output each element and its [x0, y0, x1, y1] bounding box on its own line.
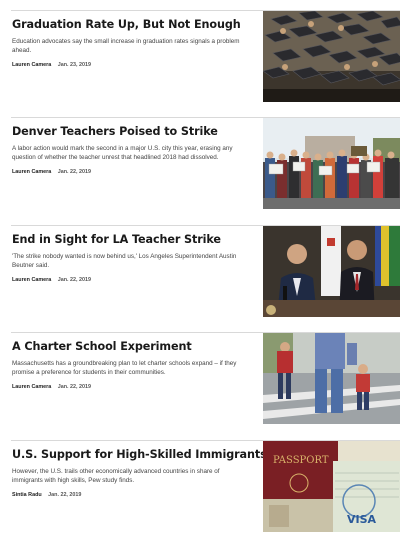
article-text: Denver Teachers Poised to Strike A labor…	[12, 125, 252, 176]
article-author[interactable]: Lauren Camera	[12, 169, 51, 175]
article-feed: Graduation Rate Up, But Not Enough Educa…	[0, 0, 414, 546]
graduation-caps-image	[263, 11, 400, 102]
article-text: Graduation Rate Up, But Not Enough Educa…	[12, 18, 252, 69]
article-headline[interactable]: U.S. Support for High-Skilled Immigrants	[12, 448, 267, 462]
article-author[interactable]: Sintia Radu	[12, 492, 42, 498]
article-byline: Lauren Camera Jan. 22, 2019	[12, 383, 252, 391]
crosswalk-image	[263, 333, 400, 424]
visa-label: VISA	[347, 513, 377, 526]
article-summary: A labor action would mark the second in …	[12, 145, 233, 161]
article-summary: Massachusetts has a groundbreaking plan …	[12, 360, 237, 376]
article-author[interactable]: Lauren Camera	[12, 277, 51, 283]
press-conference-photo[interactable]	[263, 226, 400, 317]
press-conference-image	[263, 226, 400, 317]
article-card: A Charter School Experiment Massachusett…	[11, 332, 400, 429]
article-byline: Lauren Camera Jan. 23, 2019	[12, 61, 252, 69]
article-byline: Sintia Radu Jan. 22, 2019	[12, 491, 252, 499]
family-crosswalk-photo[interactable]	[263, 333, 400, 424]
article-date: Jan. 22, 2019	[57, 384, 92, 391]
article-headline[interactable]: Graduation Rate Up, But Not Enough	[12, 18, 252, 32]
article-byline: Lauren Camera Jan. 22, 2019	[12, 168, 252, 176]
article-text: A Charter School Experiment Massachusett…	[12, 340, 252, 391]
article-date: Jan. 22, 2019	[57, 169, 92, 176]
teacher-protest-photo[interactable]	[263, 118, 400, 209]
protest-image	[263, 118, 400, 209]
article-summary: Education advocates say the small increa…	[12, 38, 240, 54]
article-author[interactable]: Lauren Camera	[12, 62, 51, 68]
article-card: U.S. Support for High-Skilled Immigrants…	[11, 440, 400, 537]
article-byline: Lauren Camera Jan. 22, 2019	[12, 276, 252, 284]
article-date: Jan. 22, 2019	[57, 277, 92, 284]
passport-image: PASSPORT VISA	[263, 441, 400, 532]
article-summary: 'The strike nobody wanted is now behind …	[12, 253, 237, 269]
passport-visa-photo[interactable]: PASSPORT VISA	[263, 441, 400, 532]
article-text: End in Sight for LA Teacher Strike 'The …	[12, 233, 252, 284]
article-card: Graduation Rate Up, But Not Enough Educa…	[11, 10, 400, 107]
article-author[interactable]: Lauren Camera	[12, 384, 51, 390]
article-card: End in Sight for LA Teacher Strike 'The …	[11, 225, 400, 322]
graduation-caps-photo[interactable]	[263, 11, 400, 102]
article-card: Denver Teachers Poised to Strike A labor…	[11, 117, 400, 214]
article-headline[interactable]: Denver Teachers Poised to Strike	[12, 125, 252, 139]
article-text: U.S. Support for High-Skilled Immigrants…	[12, 448, 267, 499]
passport-label: PASSPORT	[273, 455, 329, 466]
article-summary: However, the U.S. trails other economica…	[12, 468, 220, 484]
article-date: Jan. 23, 2019	[57, 62, 92, 69]
article-date: Jan. 22, 2019	[48, 492, 82, 499]
article-headline[interactable]: A Charter School Experiment	[12, 340, 252, 354]
article-headline[interactable]: End in Sight for LA Teacher Strike	[12, 233, 252, 247]
